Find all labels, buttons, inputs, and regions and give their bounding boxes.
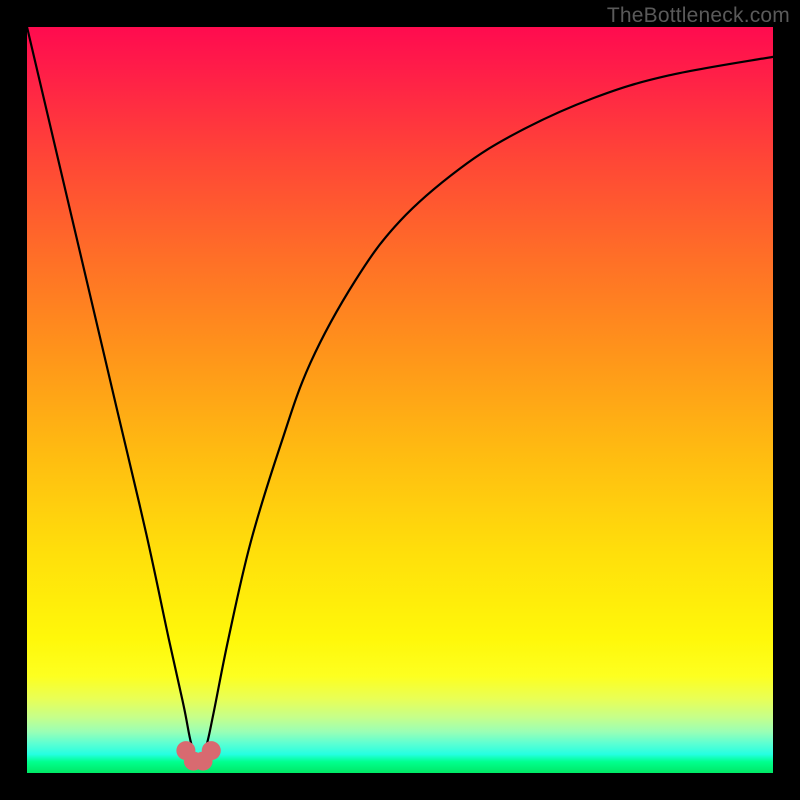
curve-layer <box>27 27 773 773</box>
notch-marker <box>202 741 221 760</box>
notch-markers <box>176 741 220 770</box>
bottleneck-curve <box>27 27 773 762</box>
chart-frame: TheBottleneck.com <box>0 0 800 800</box>
watermark-text: TheBottleneck.com <box>607 4 790 28</box>
plot-area <box>27 27 773 773</box>
